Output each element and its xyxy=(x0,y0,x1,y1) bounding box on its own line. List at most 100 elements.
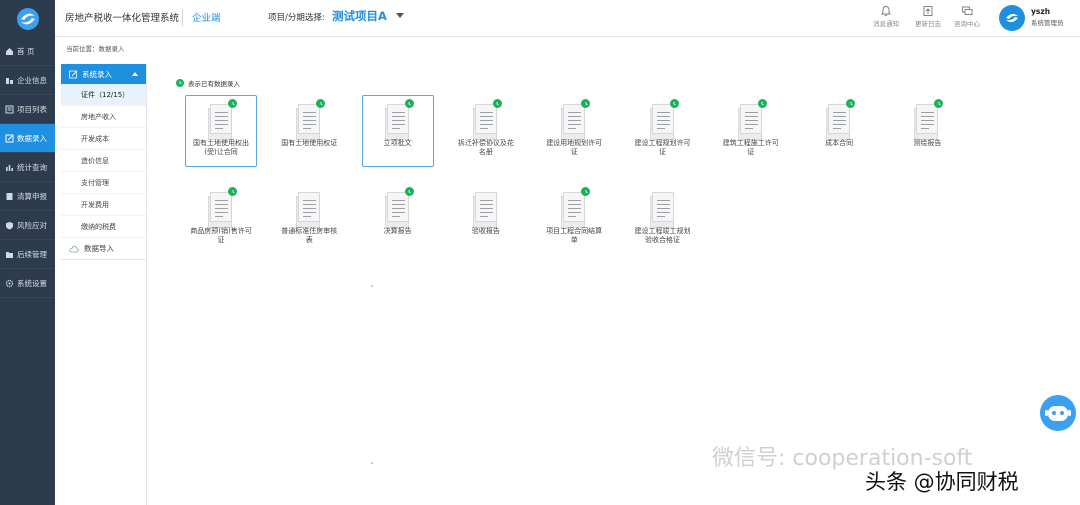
clock-icon xyxy=(492,99,502,108)
document-icon xyxy=(561,187,591,228)
sub-nav-item[interactable]: 支付管理 xyxy=(61,172,146,194)
notification-button[interactable]: 消息通知 xyxy=(868,5,904,28)
document-card[interactable]: 立项批文 xyxy=(361,95,434,167)
app-logo[interactable] xyxy=(0,0,55,37)
document-icon xyxy=(384,187,414,228)
header-divider xyxy=(182,9,183,26)
changelog-button[interactable]: 更新日志 xyxy=(910,5,946,28)
document-icon xyxy=(649,99,679,140)
clock-icon xyxy=(316,99,326,108)
clock-icon xyxy=(228,187,237,196)
sub-nav-item[interactable]: 造价信息 xyxy=(61,150,146,172)
nav-item-3[interactable]: 数据录入 xyxy=(0,124,55,153)
document-card[interactable]: 国有土地使用权证 xyxy=(273,95,345,167)
document-card[interactable]: 建设工程规划许可证 xyxy=(627,95,699,167)
user-name: yszh xyxy=(1031,7,1051,16)
data-legend: 表示已有数据录入 xyxy=(176,78,240,88)
document-icon xyxy=(737,99,767,140)
document-card[interactable]: 建筑工程施工许可证 xyxy=(715,95,787,167)
document-icon xyxy=(914,99,944,140)
document-card[interactable]: 拆迁补偿协议及花名册 xyxy=(450,95,522,167)
document-label: 建设工程竣工规划验收合格证 xyxy=(634,227,691,244)
company-icon xyxy=(5,76,14,84)
document-label: 成本合同 xyxy=(825,139,854,147)
list-icon xyxy=(5,105,14,113)
document-card[interactable]: 普通标准住房审核表 xyxy=(273,183,345,255)
edit-icon xyxy=(5,134,14,142)
sub-nav-item[interactable]: 开发成本 xyxy=(61,128,146,150)
nav-item-7[interactable]: 后续管理 xyxy=(0,240,55,269)
document-icon xyxy=(472,99,502,140)
app-title: 房地产税收一体化管理系统 xyxy=(65,13,180,24)
document-icon xyxy=(384,99,414,140)
nav-item-label: 风险应对 xyxy=(17,220,47,230)
document-icon xyxy=(826,99,856,140)
cloud-icon xyxy=(69,245,79,252)
sub-nav-header[interactable]: 系统录入 xyxy=(61,64,146,84)
legend-text: 表示已有数据录入 xyxy=(188,80,240,88)
nav-item-2[interactable]: 项目列表 xyxy=(0,95,55,124)
assistant-bot-button[interactable] xyxy=(1040,395,1076,431)
document-card[interactable]: 商品房预(销)售许可证 xyxy=(185,183,257,255)
nav-item-label: 清算申报 xyxy=(17,191,47,201)
clock-icon xyxy=(581,99,591,108)
document-card[interactable]: 建设用地规划许可证 xyxy=(538,95,610,167)
document-card[interactable]: 国有土地使用权出(受)让合同 xyxy=(185,95,257,167)
sub-nav-item[interactable]: 开发费用 xyxy=(61,194,146,216)
nav-item-label: 企业信息 xyxy=(17,75,47,85)
document-label: 测绘报告 xyxy=(913,139,942,147)
nav-item-6[interactable]: 风险应对 xyxy=(0,211,55,240)
document-label: 建筑工程施工许可证 xyxy=(722,139,779,156)
chevron-down-icon[interactable] xyxy=(396,13,404,18)
clock-icon xyxy=(176,79,184,87)
document-label: 商品房预(销)售许可证 xyxy=(190,227,252,244)
document-icon xyxy=(649,192,674,228)
nav-item-8[interactable]: 系统设置 xyxy=(0,269,55,298)
document-card[interactable]: 决算报告 xyxy=(362,183,434,255)
consult-label: 咨询中心 xyxy=(954,20,980,28)
robot-icon xyxy=(1045,406,1071,421)
clock-icon xyxy=(581,187,591,196)
document-icon xyxy=(296,192,321,228)
document-label: 普通标准住房审核表 xyxy=(281,227,338,244)
document-card[interactable]: 项目工程合同结算单 xyxy=(538,183,610,255)
sub-nav-item[interactable]: 缴纳的税费 xyxy=(61,216,146,238)
notification-label: 消息通知 xyxy=(873,20,899,28)
chart-icon xyxy=(5,163,14,171)
document-label: 拆迁补偿协议及花名册 xyxy=(457,139,514,156)
document-card[interactable]: 验收报告 xyxy=(450,183,522,255)
document-icon xyxy=(208,187,237,228)
sub-nav-item[interactable]: 证件（12/15） xyxy=(61,84,146,106)
nav-item-label: 首 页 xyxy=(17,46,35,56)
nav-item-label: 后续管理 xyxy=(17,249,47,259)
consult-button[interactable]: 咨询中心 xyxy=(949,5,985,28)
report-icon xyxy=(5,192,14,200)
project-select-label: 项目/分期选择: xyxy=(268,13,325,23)
document-label: 项目工程合同结算单 xyxy=(546,227,603,244)
data-import-item[interactable]: 数据导入 xyxy=(61,238,146,260)
clock-icon xyxy=(757,99,767,108)
changelog-label: 更新日志 xyxy=(915,20,941,28)
user-role: 系统管理员 xyxy=(1031,19,1064,27)
project-select-value[interactable]: 测试项目A xyxy=(332,8,387,24)
sub-nav: 系统录入 证件（12/15） 房地产收入 开发成本 造价信息 支付管理 开发费用 缴纳的税费… xyxy=(61,64,147,505)
clock-icon xyxy=(934,99,944,108)
top-header: 房地产税收一体化管理系统 企业端 项目/分期选择: 测试项目A 消息通知 更新日… xyxy=(0,0,1080,37)
stray-dot xyxy=(371,285,373,287)
toutiao-watermark: 头条 @协同财税 xyxy=(865,470,1019,494)
nav-item-4[interactable]: 统计查询 xyxy=(0,153,55,182)
document-card[interactable]: 成本合同 xyxy=(803,95,875,167)
nav-item-label: 项目列表 xyxy=(17,104,47,114)
nav-item-0[interactable]: 首 页 xyxy=(0,37,55,66)
nav-item-1[interactable]: 企业信息 xyxy=(0,66,55,95)
document-card[interactable]: 测绘报告 xyxy=(891,95,963,167)
document-label: 建设工程规划许可证 xyxy=(634,139,691,156)
avatar[interactable] xyxy=(999,5,1025,31)
document-card[interactable]: 建设工程竣工规划验收合格证 xyxy=(627,183,699,255)
document-icon xyxy=(472,192,497,228)
document-icon xyxy=(208,99,237,140)
nav-item-label: 统计查询 xyxy=(17,162,47,172)
nav-item-5[interactable]: 清算申报 xyxy=(0,182,55,211)
document-label: 国有土地使用权证 xyxy=(281,139,338,147)
sub-nav-item[interactable]: 房地产收入 xyxy=(61,106,146,128)
